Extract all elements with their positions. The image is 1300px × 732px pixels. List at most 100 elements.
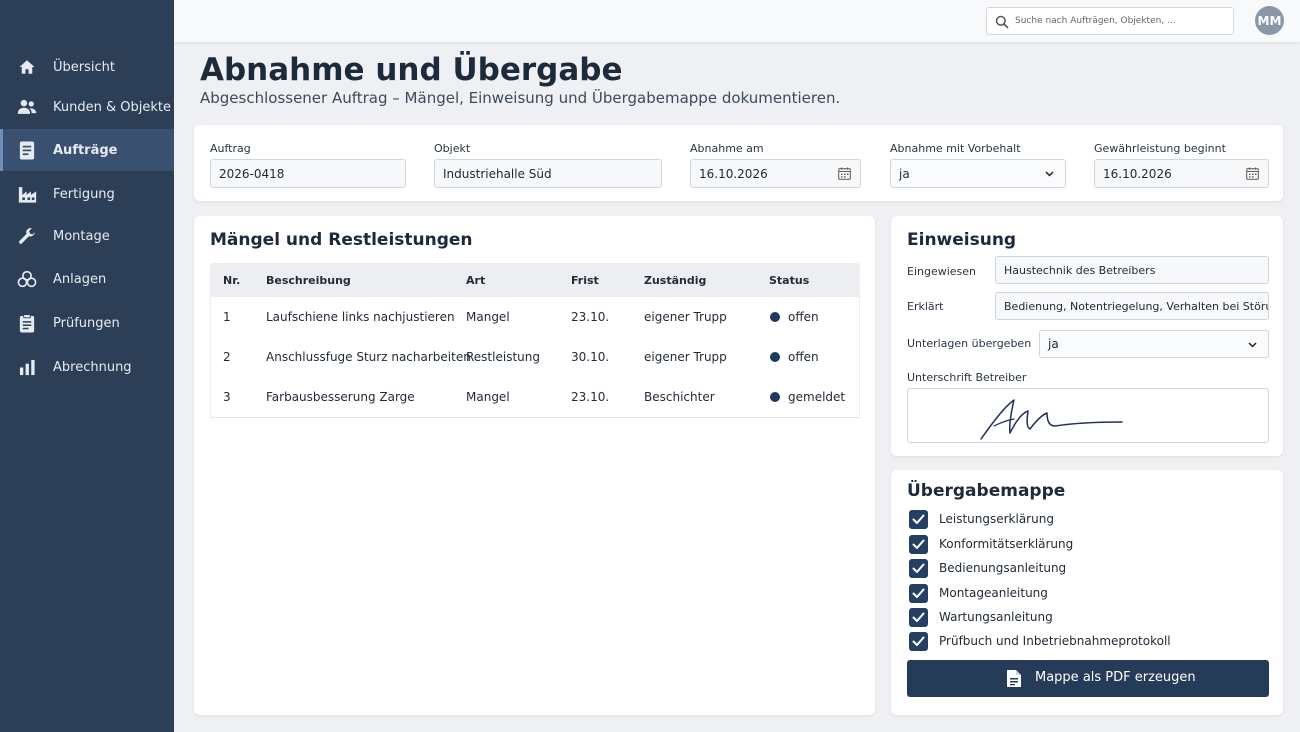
abnahme-am-value: 16.10.2026 <box>699 166 768 181</box>
vorbehalt-select[interactable]: ja <box>890 159 1066 188</box>
checkbox-konformitaetserklaerung[interactable] <box>909 535 928 554</box>
sidebar-item-label: Aufträge <box>53 142 118 158</box>
sidebar-item-label: Anlagen <box>53 271 107 287</box>
column-header: Beschreibung <box>266 274 351 287</box>
create-pdf-label: Mappe als PDF erzeugen <box>1035 670 1196 685</box>
auftrag-label: Auftrag <box>210 142 251 155</box>
cell-nr: 1 <box>223 310 231 324</box>
calendar-icon[interactable] <box>838 167 851 180</box>
status-dot <box>770 312 780 322</box>
vorbehalt-value: ja <box>899 166 910 181</box>
objekt-field[interactable]: Industriehalle Süd <box>434 159 662 188</box>
table-row[interactable]: 2 Anschlussfuge Sturz nacharbeiten Restl… <box>210 337 860 378</box>
erklaert-field[interactable]: Bedienung, Notentriegelung, Verhalten be… <box>995 292 1269 320</box>
column-header: Nr. <box>223 274 241 287</box>
sidebar-item-label: Abrechnung <box>53 359 132 375</box>
cell-art: Mangel <box>466 390 510 404</box>
auftrag-field[interactable]: 2026-0418 <box>210 159 406 188</box>
objekt-label: Objekt <box>434 142 471 155</box>
page-title: Abnahme und Übergabe <box>200 52 623 88</box>
search-icon <box>995 14 1009 29</box>
sidebar-item-pruefungen[interactable]: Prüfungen <box>0 302 174 344</box>
page-subtitle: Abgeschlossener Auftrag – Mängel, Einwei… <box>200 89 841 107</box>
sidebar-item-label: Fertigung <box>53 186 115 202</box>
status-badge: offen <box>788 350 819 364</box>
sidebar-item-label: Kunden & Objekte <box>53 99 171 115</box>
checkbox-label: Montageanleitung <box>939 586 1048 600</box>
cell-zustaendig: eigener Trupp <box>644 310 727 324</box>
cell-zustaendig: eigener Trupp <box>644 350 727 364</box>
checkbox-label: Bedienungsanleitung <box>939 561 1067 575</box>
checkbox-montageanleitung[interactable] <box>909 584 928 603</box>
cell-beschreibung: Laufschiene links nachjustieren <box>266 310 455 324</box>
checkbox-bedienungsanleitung[interactable] <box>909 559 928 578</box>
status-badge: gemeldet <box>788 390 846 404</box>
gewaehrleistung-field[interactable]: 16.10.2026 <box>1094 159 1269 188</box>
cell-nr: 2 <box>223 350 231 364</box>
unterlagen-value: ja <box>1048 337 1059 351</box>
column-header: Frist <box>571 274 599 287</box>
users-icon <box>17 97 37 117</box>
unterlagen-select[interactable]: ja <box>1039 330 1269 358</box>
sidebar-item-montage[interactable]: Montage <box>0 215 174 257</box>
factory-icon <box>17 184 37 204</box>
clipboard-icon <box>17 313 37 333</box>
search-input[interactable] <box>1015 11 1225 31</box>
sidebar-item-uebersicht[interactable]: Übersicht <box>0 46 174 88</box>
abnahme-am-label: Abnahme am <box>690 142 764 155</box>
checkbox-wartungsanleitung[interactable] <box>909 608 928 627</box>
eingewiesen-field[interactable]: Haustechnik des Betreibers <box>995 256 1269 284</box>
abnahme-am-field[interactable]: 16.10.2026 <box>690 159 861 188</box>
cell-art: Restleistung <box>466 350 540 364</box>
sidebar-item-fertigung[interactable]: Fertigung <box>0 173 174 215</box>
status-dot <box>770 352 780 362</box>
einweisung-title: Einweisung <box>907 230 1017 250</box>
signature-pad[interactable] <box>907 388 1269 443</box>
status-dot <box>770 392 780 402</box>
file-icon <box>1006 669 1022 688</box>
sidebar-item-anlagen[interactable]: Anlagen <box>0 258 174 300</box>
bar-chart-icon <box>17 357 37 377</box>
checkbox-label: Prüfbuch und Inbetriebnahmeprotokoll <box>939 634 1171 648</box>
defects-title: Mängel und Restleistungen <box>210 230 473 250</box>
cell-art: Mangel <box>466 310 510 324</box>
checkbox-label: Konformitätserklärung <box>939 537 1074 551</box>
table-row[interactable]: 1 Laufschiene links nachjustieren Mangel… <box>210 297 860 338</box>
column-header: Zuständig <box>644 274 707 287</box>
status-badge: offen <box>788 310 819 324</box>
sidebar-item-abrechnung[interactable]: Abrechnung <box>0 346 174 388</box>
column-header: Art <box>466 274 486 287</box>
sidebar-item-auftraege[interactable]: Aufträge <box>0 129 174 171</box>
cell-beschreibung: Anschlussfuge Sturz nacharbeiten <box>266 350 471 364</box>
document-icon <box>17 140 37 160</box>
avatar[interactable]: MM <box>1255 6 1284 35</box>
gewaehrleistung-value: 16.10.2026 <box>1103 166 1172 181</box>
gewaehrleistung-label: Gewährleistung beginnt <box>1094 142 1226 155</box>
home-icon <box>17 57 37 77</box>
unterschrift-label: Unterschrift Betreiber <box>907 371 1027 384</box>
mappe-title: Übergabemappe <box>907 481 1066 501</box>
eingewiesen-label: Eingewiesen <box>907 265 977 278</box>
cell-frist: 23.10. <box>571 390 610 404</box>
sidebar-item-label: Übersicht <box>53 59 115 75</box>
search-box[interactable] <box>986 7 1234 35</box>
cell-frist: 30.10. <box>571 350 610 364</box>
topbar: MM <box>174 0 1300 42</box>
cell-beschreibung: Farbausbesserung Zarge <box>266 390 415 404</box>
gears-icon <box>17 269 37 289</box>
defects-table-header: Nr. Beschreibung Art Frist Zuständig Sta… <box>210 263 860 297</box>
sidebar: Übersicht Kunden & Objekte Aufträge Fert… <box>0 0 174 732</box>
create-pdf-button[interactable]: Mappe als PDF erzeugen <box>907 660 1269 697</box>
calendar-icon[interactable] <box>1246 167 1259 180</box>
table-row[interactable]: 3 Farbausbesserung Zarge Mangel 23.10. B… <box>210 377 860 418</box>
checkbox-leistungserklaerung[interactable] <box>909 510 928 529</box>
sidebar-item-label: Montage <box>53 228 110 244</box>
sidebar-item-label: Prüfungen <box>53 315 120 331</box>
checkbox-pruefbuch[interactable] <box>909 632 928 651</box>
sidebar-item-kunden[interactable]: Kunden & Objekte <box>0 86 174 128</box>
cell-zustaendig: Beschichter <box>644 390 715 404</box>
cell-nr: 3 <box>223 390 231 404</box>
cell-frist: 23.10. <box>571 310 610 324</box>
wrench-icon <box>17 226 37 246</box>
vorbehalt-label: Abnahme mit Vorbehalt <box>890 142 1021 155</box>
